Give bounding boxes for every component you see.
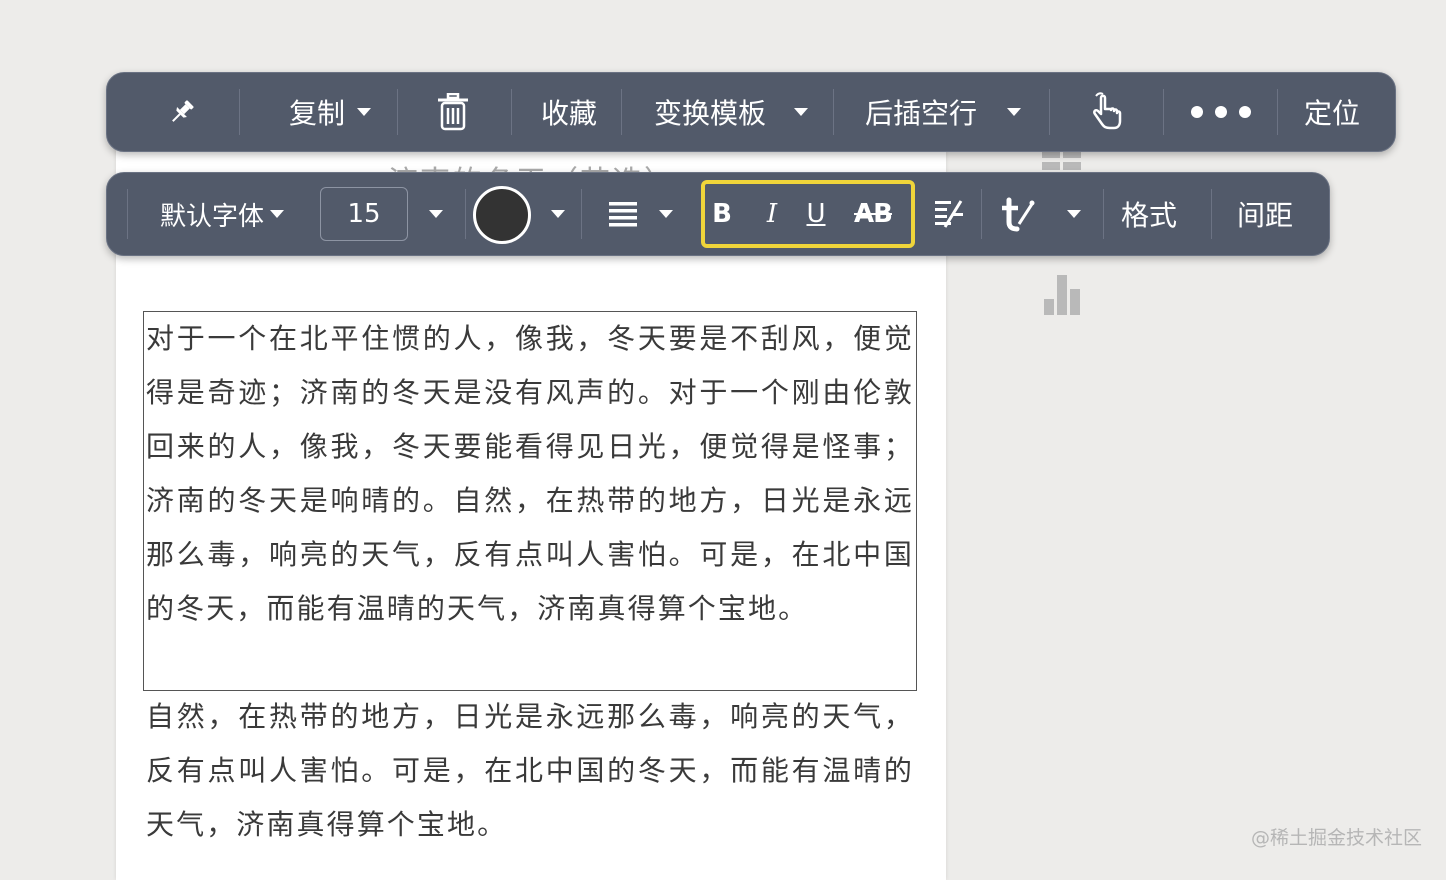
format-label: 格式 [1120,199,1177,232]
font-size-dropdown[interactable] [423,173,449,255]
insert-blank-line-label: 后插空行 [864,97,977,130]
chevron-down-icon [1067,210,1081,218]
locate-button[interactable]: 定位 [1287,73,1377,151]
chevron-down-icon [270,210,284,218]
bar-chart-icon[interactable] [1042,275,1082,315]
align-lines-icon [609,202,637,227]
chevron-down-icon [794,108,808,116]
spacing-label: 间距 [1236,199,1293,232]
text-color-dropdown[interactable] [545,173,571,255]
font-family-dropdown[interactable]: 默认字体 [147,173,297,255]
text-color-picker[interactable] [473,186,531,244]
chevron-down-icon [1007,108,1021,116]
text-effect-dropdown[interactable] [1061,173,1087,255]
hand-pointer-icon [1093,92,1122,130]
text-format-toolbar: 默认字体 15 B I U AB 格式 间距 [106,172,1330,256]
chevron-down-icon [659,210,673,218]
chevron-down-icon [551,210,565,218]
text-effect-button[interactable] [997,173,1037,255]
text-style-group: B I U AB [701,180,915,248]
strikethrough-button[interactable]: AB [851,184,895,244]
favorite-button[interactable]: 收藏 [521,73,617,151]
switch-template-label: 变换模板 [653,97,766,130]
clear-format-icon [935,200,963,228]
pin-icon [172,100,194,122]
more-button[interactable] [1183,73,1259,151]
favorite-label: 收藏 [540,97,597,130]
clear-format-button[interactable] [929,173,969,255]
gesture-button[interactable] [1077,73,1137,151]
trash-icon [438,93,468,131]
insert-blank-line-button[interactable]: 后插空行 [843,73,1043,151]
italic-button[interactable]: I [757,184,787,244]
align-dropdown[interactable] [653,173,679,255]
more-dots-icon [1191,106,1251,118]
font-size-input[interactable]: 15 [320,187,408,241]
copy-dropdown-button[interactable] [349,73,379,151]
copy-label: 复制 [288,97,345,130]
paragraph[interactable]: 自然，在热带的地方，日光是永远那么毒，响亮的天气，反有点叫人害怕。可是，在北中国… [146,690,914,852]
chevron-down-icon [357,108,371,116]
block-action-toolbar: 复制 收藏 变换模板 后插空行 定位 [106,72,1396,152]
switch-template-button[interactable]: 变换模板 [631,73,831,151]
spacing-button[interactable]: 间距 [1225,173,1305,255]
align-button[interactable] [603,173,643,255]
bold-button[interactable]: B [707,184,737,244]
locate-label: 定位 [1303,97,1360,130]
delete-button[interactable] [425,73,481,151]
underline-button[interactable]: U [801,184,831,244]
format-button[interactable]: 格式 [1109,173,1189,255]
chevron-down-icon [429,210,443,218]
text-brush-icon [1002,197,1035,232]
selected-paragraph[interactable]: 对于一个在北平住惯的人，像我，冬天要是不刮风，便觉得是奇迹；济南的冬天是没有风声… [146,312,914,636]
font-family-label: 默认字体 [159,201,264,232]
watermark: @稀土掘金技术社区 [1250,827,1422,849]
pin-button[interactable] [157,73,207,151]
